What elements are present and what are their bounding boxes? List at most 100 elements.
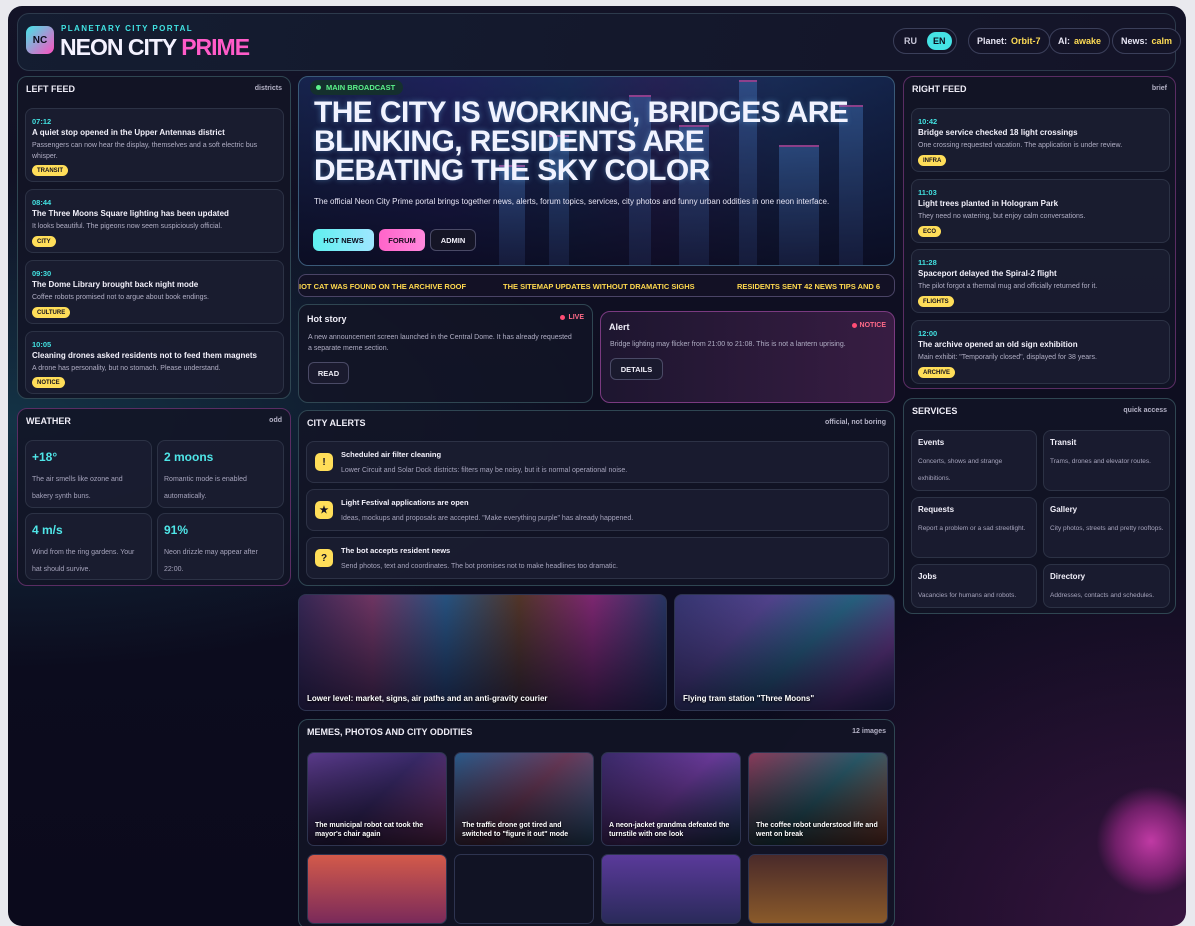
item-tag: INFRA <box>918 155 947 166</box>
item-time: 11:28 <box>918 258 937 267</box>
list-item[interactable]: 11:28 Spaceport delayed the Spiral-2 fli… <box>911 249 1170 313</box>
item-time: 09:30 <box>32 269 52 278</box>
service-title: Requests <box>918 505 955 514</box>
alert-item-desc: Lower Circuit and Solar Dock districts: … <box>341 467 628 474</box>
ai-status: AI: awake <box>1049 28 1111 54</box>
lang-ru-button[interactable]: RU <box>902 36 923 46</box>
item-tag: NOTICE <box>32 377 65 388</box>
memes-panel: MEMES, PHOTOS AND CITY ODDITIES 12 image… <box>298 719 895 926</box>
item-desc: One crossing requested vacation. The app… <box>918 142 1123 149</box>
item-tag: TRANSIT <box>32 165 68 176</box>
item-desc: A drone has personality, but no stomach.… <box>32 365 221 372</box>
right-feed-filter[interactable]: brief <box>1152 85 1167 92</box>
alert-desc: Bridge lighting may flicker from 21:00 t… <box>610 341 846 348</box>
weather-value: 4 m/s <box>32 523 63 537</box>
service-desc: Vacancies for humans and robots. <box>918 592 1017 599</box>
meme-card[interactable]: A neon-jacket grandma defeated the turns… <box>601 752 741 846</box>
meme-card[interactable]: The traffic drone got tired and switched… <box>454 752 594 846</box>
weather-title: WEATHER <box>26 416 71 426</box>
alert-item-desc: Send photos, text and coordinates. The b… <box>341 563 618 570</box>
item-title: The archive opened an old sign exhibitio… <box>918 340 1078 349</box>
admin-button[interactable]: ADMIN <box>430 229 476 251</box>
item-title: Cleaning drones asked residents not to f… <box>32 351 257 360</box>
list-item[interactable]: 12:00 The archive opened an old sign exh… <box>911 320 1170 384</box>
meme-caption: The municipal robot cat took the mayor's… <box>315 822 424 838</box>
item-desc: Main exhibit: "Temporarily closed", disp… <box>918 354 1097 361</box>
hot-story-title: Hot story <box>307 314 347 324</box>
service-events[interactable]: Events Concerts, shows and strange exhib… <box>911 430 1037 491</box>
list-item[interactable]: 10:42 Bridge service checked 18 light cr… <box>911 108 1170 172</box>
item-title: The Dome Library brought back night mode <box>32 280 199 289</box>
brand-title-main: NEON CITY <box>60 34 182 60</box>
alert-title: Alert <box>609 322 630 332</box>
hot-story-card: Hot story LIVE A new announcement screen… <box>298 304 593 403</box>
service-desc: Addresses, contacts and schedules. <box>1050 592 1155 599</box>
meme-card[interactable] <box>454 854 594 924</box>
alert-card: Alert NOTICE Bridge lighting may flicker… <box>600 311 895 403</box>
hero-description: The official Neon City Prime portal brin… <box>314 197 830 206</box>
weather-card: 4 m/s Wind from the ring gardens. Your h… <box>25 513 152 580</box>
memes-title: MEMES, PHOTOS AND CITY ODDITIES <box>307 727 473 737</box>
photo-market[interactable]: Lower level: market, signs, air paths an… <box>298 594 667 711</box>
left-feed-title: LEFT FEED <box>26 84 75 94</box>
service-title: Gallery <box>1050 505 1078 514</box>
left-feed-panel: LEFT FEED districts 07:12 A quiet stop o… <box>17 76 291 399</box>
meme-card[interactable] <box>601 854 741 924</box>
service-jobs[interactable]: Jobs Vacancies for humans and robots. <box>911 564 1037 608</box>
item-desc: They need no watering, but enjoy calm co… <box>918 213 1086 220</box>
meme-card[interactable]: The municipal robot cat took the mayor's… <box>307 752 447 846</box>
item-tag: FLIGHTS <box>918 296 954 307</box>
portal-window: NC PLANETARY CITY PORTAL NEON CITY PRIME… <box>8 6 1186 926</box>
meme-card[interactable] <box>307 854 447 924</box>
ai-label: AI: <box>1058 36 1070 46</box>
main-broadcast-hero: MAIN BROADCAST THE CITY IS WORKING, BRID… <box>298 76 895 266</box>
alert-item[interactable]: ! Scheduled air filter cleaning Lower Ci… <box>306 441 889 483</box>
forum-button[interactable]: FORUM <box>379 229 425 251</box>
list-item[interactable]: 11:03 Light trees planted in Hologram Pa… <box>911 179 1170 243</box>
alert-item[interactable]: ? The bot accepts resident news Send pho… <box>306 537 889 579</box>
list-item[interactable]: 09:30 The Dome Library brought back nigh… <box>25 260 284 324</box>
service-directory[interactable]: Directory Addresses, contacts and schedu… <box>1043 564 1170 608</box>
news-ticker[interactable]: IOT CAT WAS FOUND ON THE ARCHIVE ROOF TH… <box>298 274 895 297</box>
weather-note: odd <box>269 417 282 424</box>
service-gallery[interactable]: Gallery City photos, streets and pretty … <box>1043 497 1170 558</box>
right-feed-title: RIGHT FEED <box>912 84 967 94</box>
service-title: Transit <box>1050 438 1077 447</box>
read-button[interactable]: READ <box>308 362 349 384</box>
alert-item-title: Light Festival applications are open <box>341 498 469 507</box>
meme-caption: The coffee robot understood life and wen… <box>756 822 878 838</box>
weather-panel: WEATHER odd +18° The air smells like ozo… <box>17 408 291 586</box>
planet-label: Planet: <box>977 36 1008 46</box>
hot-news-button[interactable]: HOT NEWS <box>313 229 374 251</box>
brand-title-accent: PRIME <box>181 34 250 60</box>
service-transit[interactable]: Transit Trams, drones and elevator route… <box>1043 430 1170 491</box>
meme-card[interactable]: The coffee robot understood life and wen… <box>748 752 888 846</box>
item-title: A quiet stop opened in the Upper Antenna… <box>32 128 225 137</box>
details-button[interactable]: DETAILS <box>610 358 663 380</box>
item-time: 12:00 <box>918 329 938 338</box>
service-requests[interactable]: Requests Report a problem or a sad stree… <box>911 497 1037 558</box>
item-time: 08:44 <box>32 198 52 207</box>
weather-desc: The air smells like ozone and bakery syn… <box>32 476 123 500</box>
weather-desc: Romantic mode is enabled automatically. <box>164 476 247 500</box>
live-dot-icon <box>560 315 566 320</box>
live-badge: LIVE <box>560 314 584 321</box>
item-tag: CITY <box>32 236 56 247</box>
list-item[interactable]: 07:12 A quiet stop opened in the Upper A… <box>25 108 284 182</box>
item-title: The Three Moons Square lighting has been… <box>32 209 229 218</box>
weather-desc: Neon drizzle may appear after 22:00. <box>164 549 258 573</box>
brand-title[interactable]: NEON CITY PRIME <box>60 34 250 61</box>
service-desc: Concerts, shows and strange exhibitions. <box>918 458 1003 482</box>
photo-tram-station[interactable]: Flying tram station "Three Moons" <box>674 594 895 711</box>
brand-kicker: PLANETARY CITY PORTAL <box>61 24 194 33</box>
lang-en-button[interactable]: EN <box>927 32 952 50</box>
list-item[interactable]: 08:44 The Three Moons Square lighting ha… <box>25 189 284 253</box>
left-feed-filter[interactable]: districts <box>255 85 282 92</box>
alert-item[interactable]: ★ Light Festival applications are open I… <box>306 489 889 531</box>
meme-caption: The traffic drone got tired and switched… <box>462 822 569 838</box>
logo-badge[interactable]: NC <box>26 26 54 54</box>
ai-value: awake <box>1074 36 1102 46</box>
header: NC PLANETARY CITY PORTAL NEON CITY PRIME… <box>17 13 1182 71</box>
list-item[interactable]: 10:05 Cleaning drones asked residents no… <box>25 331 284 394</box>
meme-card[interactable] <box>748 854 888 924</box>
